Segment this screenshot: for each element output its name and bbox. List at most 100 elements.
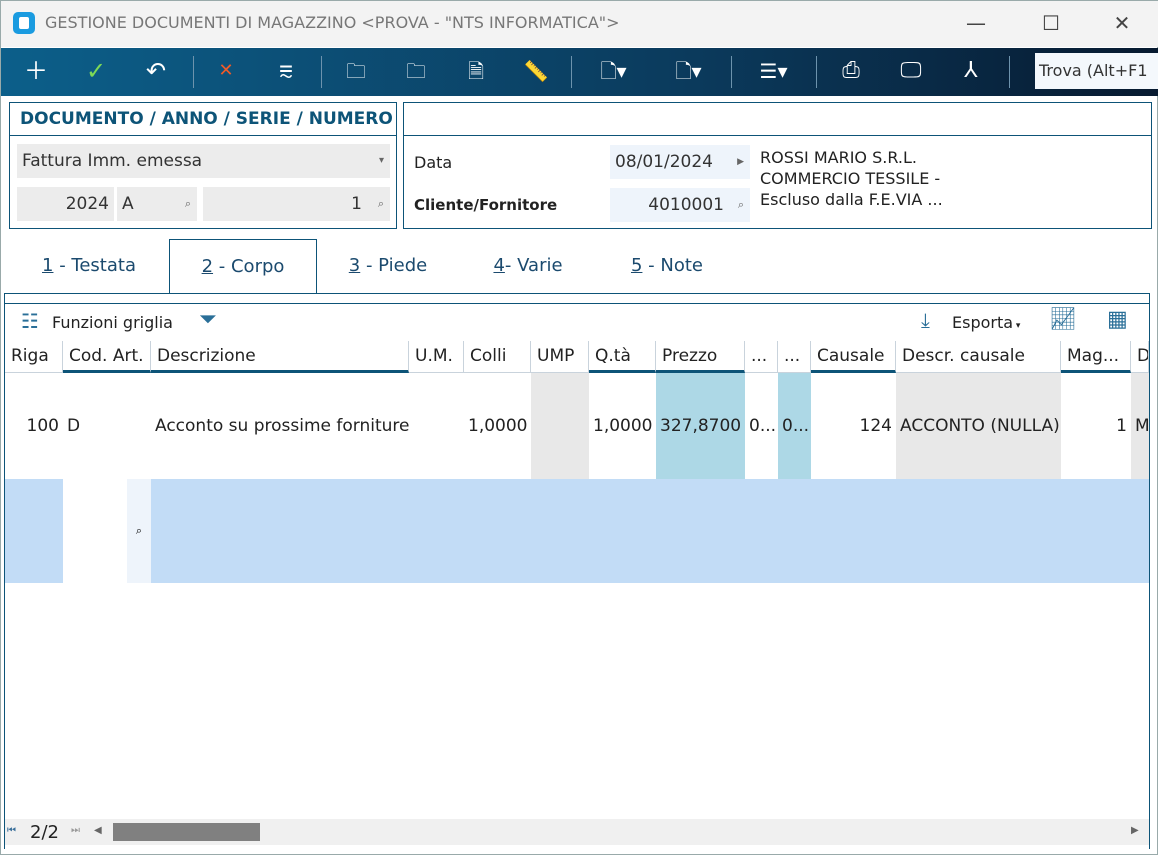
date-field[interactable]: 08/01/2024 ▶: [610, 145, 750, 179]
doc-dropdown-icon[interactable]: 🗋▾: [661, 48, 716, 96]
tab-label: - Piede: [360, 255, 428, 276]
last-page-icon[interactable]: ⏭: [71, 825, 80, 836]
app-icon: [13, 12, 35, 34]
date-value: 08/01/2024: [615, 152, 713, 172]
customer-field[interactable]: 4010001 ⌕: [610, 188, 750, 222]
column-header[interactable]: ...: [778, 341, 811, 373]
grid-cell[interactable]: [531, 373, 589, 479]
ruler-icon[interactable]: 📏: [511, 48, 561, 96]
grid-cell[interactable]: 1: [1061, 373, 1131, 479]
customer-line: Escluso dalla F.E.VIA ...: [760, 190, 943, 209]
lookup-icon[interactable]: ⌕: [185, 187, 191, 221]
lookup-icon[interactable]: ⌕: [127, 479, 151, 583]
new-row[interactable]: [5, 479, 1149, 583]
grid-cell[interactable]: 1,0000: [589, 373, 656, 479]
column-header[interactable]: Prezzo: [656, 341, 745, 373]
tab-3[interactable]: 4- Varie: [459, 239, 597, 293]
tab-key: 4: [493, 255, 505, 276]
undo-icon[interactable]: ↶: [131, 48, 181, 96]
confirm-icon[interactable]: ✓: [71, 48, 121, 96]
layout-grid-icon[interactable]: ▦: [1107, 307, 1128, 332]
tab-label: - Varie: [504, 255, 563, 276]
search-input[interactable]: Trova (Alt+F1: [1035, 53, 1158, 89]
restore-icon[interactable]: ⩳: [261, 48, 311, 96]
chevron-down-icon: ▾: [378, 155, 384, 166]
grid-cell[interactable]: 0...: [745, 373, 778, 479]
grid-cell[interactable]: [409, 373, 464, 479]
first-page-icon[interactable]: ⏮: [7, 825, 16, 836]
window-title: GESTIONE DOCUMENTI DI MAGAZZINO <PROVA -…: [45, 13, 620, 32]
maximize-button[interactable]: ☐: [1036, 11, 1066, 35]
lookup-icon[interactable]: ⌕: [378, 187, 384, 221]
new-icon[interactable]: ＋: [11, 48, 61, 96]
export-button[interactable]: Esporta ▾: [952, 313, 1020, 332]
minimize-button[interactable]: —: [961, 11, 991, 35]
horizontal-scrollbar-thumb[interactable]: [113, 823, 260, 841]
tab-key: 2: [201, 256, 214, 277]
grid-cell[interactable]: 1,0000: [464, 373, 531, 479]
pdf-icon[interactable]: ⅄: [946, 48, 996, 96]
chevron-right-icon[interactable]: ▶: [737, 145, 744, 179]
grid-cell[interactable]: 100: [5, 373, 63, 479]
folder-yellow-icon[interactable]: 🗀: [391, 48, 441, 96]
tab-2[interactable]: 3 - Piede: [317, 239, 459, 293]
folder-red-icon[interactable]: 🗀: [331, 48, 381, 96]
number-value: 1: [351, 194, 362, 214]
download-icon[interactable]: ⤓: [921, 308, 930, 332]
new-row-code-cell[interactable]: [63, 479, 127, 583]
tab-key: 3: [348, 255, 361, 276]
column-header[interactable]: Riga: [5, 341, 63, 373]
customer-description: ROSSI MARIO S.R.L. COMMERCIO TESSILE - E…: [760, 147, 943, 210]
column-header[interactable]: Colli: [464, 341, 531, 373]
monitor-icon[interactable]: 🖵: [886, 48, 936, 96]
document-type-select[interactable]: Fattura Imm. emessa ▾: [17, 144, 390, 178]
lookup-icon[interactable]: ⌕: [738, 188, 744, 222]
number-field[interactable]: 1 ⌕: [203, 187, 390, 221]
grid-cell[interactable]: 0...: [778, 373, 811, 479]
tab-4[interactable]: 5 - Note: [597, 239, 737, 293]
document-yellow-icon[interactable]: 🗎: [451, 48, 501, 96]
filter-icon[interactable]: ⏷: [199, 307, 217, 332]
column-header[interactable]: UMP: [531, 341, 589, 373]
column-header[interactable]: Cod. Art.: [63, 341, 151, 373]
grid-cell[interactable]: 124: [811, 373, 896, 479]
close-button[interactable]: ✕: [1107, 11, 1137, 35]
date-label: Data: [414, 153, 453, 172]
pager-text: 2/2: [30, 822, 59, 843]
grid-cell[interactable]: ACCONTO (NULLA): [896, 373, 1061, 479]
menu-dropdown-icon[interactable]: ☰▾: [746, 48, 801, 96]
customer-name: ROSSI MARIO S.R.L.: [760, 148, 917, 167]
print-icon[interactable]: ⎙: [826, 48, 876, 96]
info-panel: Data 08/01/2024 ▶ Cliente/Fornitore 40100…: [403, 102, 1152, 229]
column-header[interactable]: ...: [745, 341, 778, 373]
grid-functions-icon[interactable]: ☷: [21, 309, 39, 333]
column-header[interactable]: U.M.: [409, 341, 464, 373]
chart-icon[interactable]: 📈︎: [1049, 307, 1077, 332]
column-header[interactable]: Q.tà: [589, 341, 656, 373]
column-header[interactable]: Descr. causale: [896, 341, 1061, 373]
grid-cell[interactable]: 327,8700: [656, 373, 745, 479]
grid-cell[interactable]: M: [1131, 373, 1149, 479]
column-header[interactable]: Descrizione: [151, 341, 409, 373]
column-header[interactable]: Mag...: [1061, 341, 1131, 373]
doc-minus-dropdown-icon[interactable]: 🗋▾: [586, 48, 641, 96]
tab-key: 5: [630, 255, 643, 276]
tab-key: 1: [42, 255, 54, 276]
export-label: Esporta: [952, 313, 1014, 332]
grid-cell[interactable]: Acconto su prossime forniture: [151, 373, 409, 479]
scroll-left-icon[interactable]: ◀: [94, 825, 102, 836]
scroll-right-icon[interactable]: ▶: [1131, 825, 1139, 836]
delete-icon[interactable]: ✕: [201, 48, 251, 96]
series-field[interactable]: A ⌕: [117, 187, 197, 221]
column-header[interactable]: Causale: [811, 341, 896, 373]
document-panel-title: DOCUMENTO / ANNO / SERIE / NUMERO: [20, 109, 393, 129]
title-bar: GESTIONE DOCUMENTI DI MAGAZZINO <PROVA -…: [1, 1, 1158, 47]
main-toolbar: ＋ ✓ ↶ ✕ ⩳ 🗀 🗀 🗎 📏 🗋▾ 🗋▾ ☰▾ ⎙ 🖵 ⅄: [1, 48, 1158, 96]
year-field[interactable]: 2024: [17, 187, 114, 221]
grid-functions-button[interactable]: Funzioni griglia: [52, 313, 173, 332]
series-value: A: [122, 194, 134, 214]
column-header[interactable]: D: [1131, 341, 1149, 373]
grid-cell[interactable]: D: [63, 373, 151, 479]
tab-0[interactable]: 1 - Testata: [9, 239, 169, 293]
tab-1[interactable]: 2 - Corpo: [169, 239, 317, 294]
